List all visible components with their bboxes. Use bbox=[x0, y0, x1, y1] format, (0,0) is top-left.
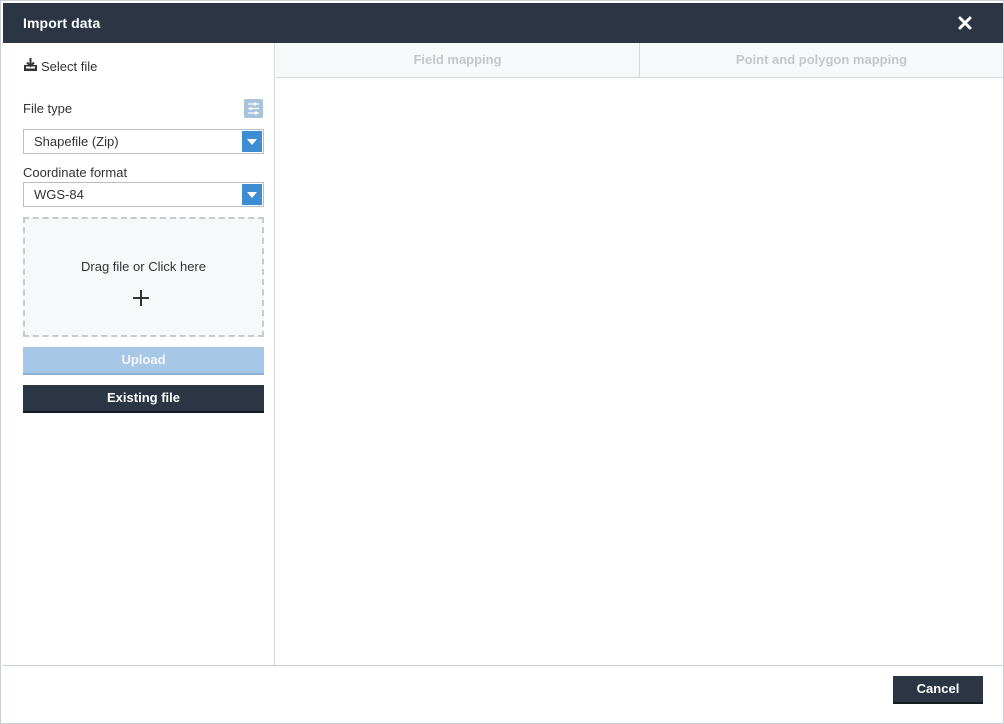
plus-icon bbox=[132, 289, 150, 307]
chevron-down-icon[interactable] bbox=[242, 184, 262, 205]
file-dropzone[interactable]: Drag file or Click here bbox=[23, 217, 264, 337]
coordinate-format-select[interactable]: WGS-84 bbox=[23, 182, 264, 207]
upload-button[interactable]: Upload bbox=[23, 347, 264, 375]
coordinate-format-value: WGS-84 bbox=[34, 187, 84, 202]
sliders-icon[interactable] bbox=[244, 99, 263, 118]
dropzone-text: Drag file or Click here bbox=[81, 259, 206, 274]
import-sidebar: Select file File type Shapefile (Zip) Co… bbox=[3, 43, 275, 665]
chevron-down-icon[interactable] bbox=[242, 131, 262, 152]
file-type-select[interactable]: Shapefile (Zip) bbox=[23, 129, 264, 154]
file-type-label: File type bbox=[23, 101, 73, 116]
select-file-label: Select file bbox=[41, 58, 98, 74]
mapping-panel: Field mapping Point and polygon mapping bbox=[276, 43, 1003, 665]
dialog-title: Import data bbox=[23, 15, 101, 31]
file-type-value: Shapefile (Zip) bbox=[34, 134, 119, 149]
dialog-footer: Cancel bbox=[3, 665, 1003, 723]
tab-point-and-polygon-mapping[interactable]: Point and polygon mapping bbox=[639, 43, 1003, 77]
tab-field-mapping[interactable]: Field mapping bbox=[276, 43, 639, 77]
dialog-titlebar: Import data bbox=[3, 3, 1003, 43]
mapping-tabs: Field mapping Point and polygon mapping bbox=[276, 43, 1003, 78]
select-file-heading: Select file bbox=[23, 57, 97, 75]
existing-file-button[interactable]: Existing file bbox=[23, 385, 264, 413]
import-data-dialog: Import data Select file File type Shapef… bbox=[0, 0, 1004, 724]
close-icon[interactable] bbox=[955, 13, 975, 33]
cancel-button[interactable]: Cancel bbox=[893, 676, 983, 704]
coordinate-format-label: Coordinate format bbox=[23, 165, 128, 180]
download-icon bbox=[23, 57, 41, 75]
